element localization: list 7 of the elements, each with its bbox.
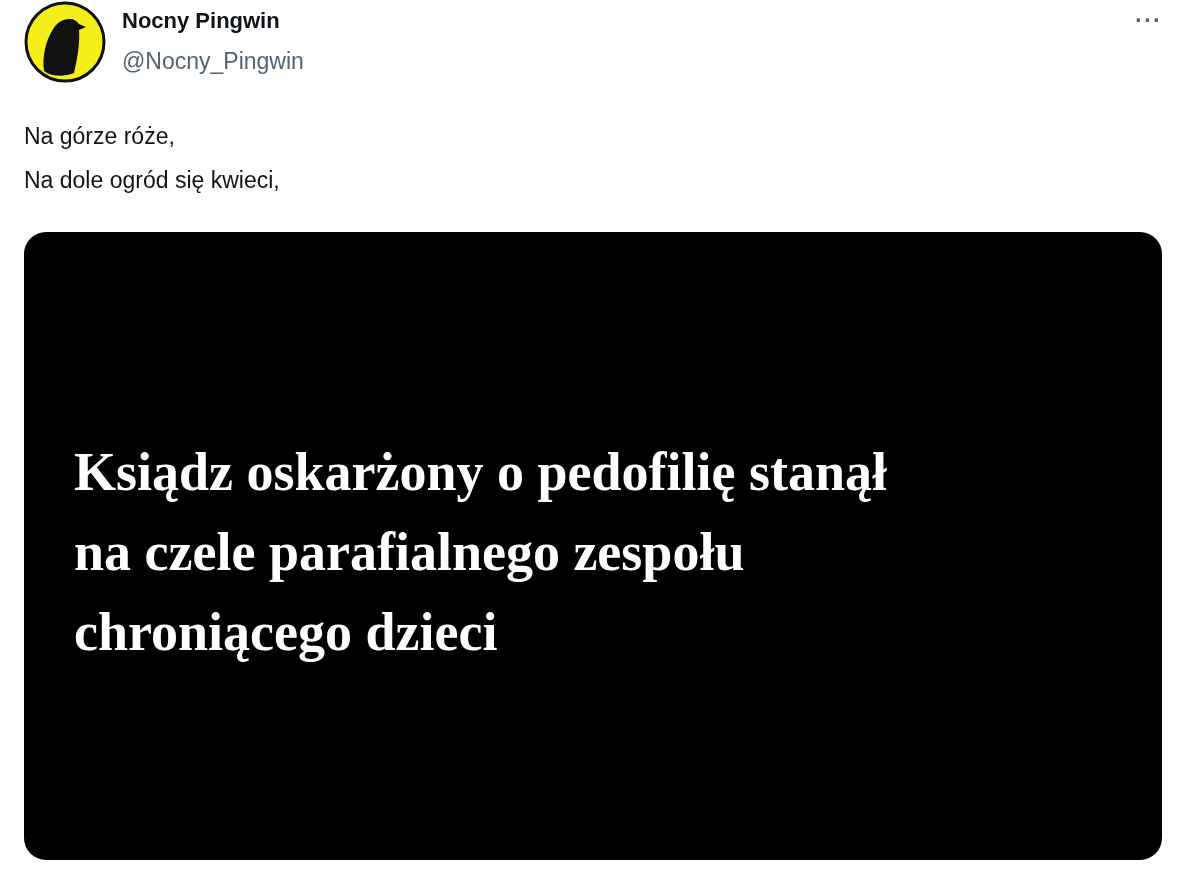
headline-text: Ksiądz oskarżony o pedofilię stanął na czele parafialnego zespołu chroniącego dzieci xyxy=(74,441,888,664)
avatar-icon[interactable] xyxy=(24,1,106,83)
more-button[interactable]: ··· xyxy=(1135,2,1162,38)
author-handle[interactable]: @Nocny_Pingwin xyxy=(122,47,304,75)
headline-card[interactable]: Ksiądz oskarżony o pedofilię stanął na czele parafialnego zespołu chroniącego dzieci xyxy=(24,232,1162,860)
tweet-text: Na górze róże, Na dole ogród się kwieci, xyxy=(24,122,281,195)
author-name[interactable]: Nocny Pingwin xyxy=(122,7,304,35)
